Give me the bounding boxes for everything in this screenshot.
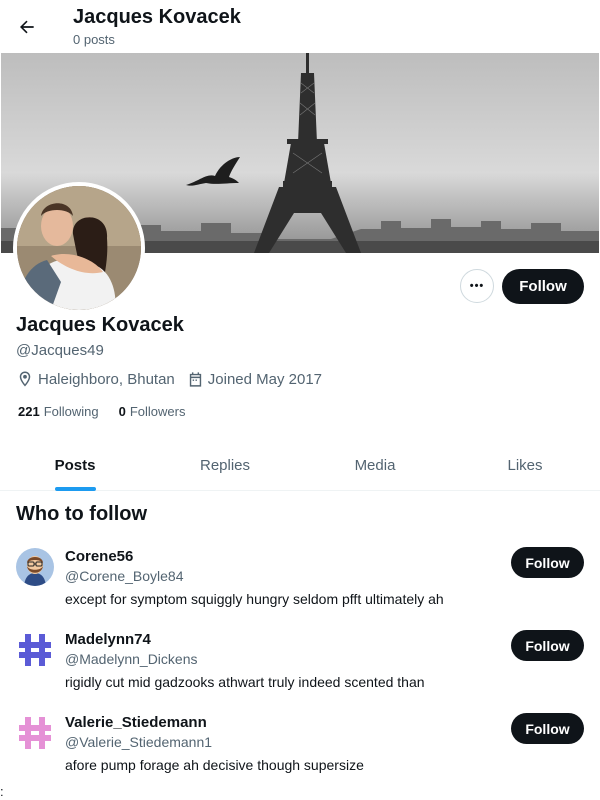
suggestion-handle: @Corene_Boyle84 bbox=[65, 568, 184, 584]
suggestion-avatar[interactable] bbox=[16, 548, 54, 586]
suggestion-item[interactable]: Corene56 @Corene_Boyle84 except for symp… bbox=[0, 547, 600, 630]
followers-link[interactable]: 0 Followers bbox=[119, 404, 186, 419]
tab-label: Replies bbox=[199, 456, 251, 474]
profile-avatar[interactable] bbox=[13, 182, 145, 314]
header-title: Jacques Kovacek bbox=[73, 6, 241, 28]
profile-meta: Haleighboro, Bhutan Joined May 2017 bbox=[16, 370, 334, 388]
tab-replies[interactable]: Replies bbox=[150, 440, 300, 490]
suggestion-follow-button[interactable]: Follow bbox=[511, 630, 584, 661]
suggestion-item[interactable]: Madelynn74 @Madelynn_Dickens rigidly cut… bbox=[0, 630, 600, 713]
tab-likes[interactable]: Likes bbox=[450, 440, 600, 490]
profile-stats: 221 Following 0 Followers bbox=[18, 404, 205, 419]
follow-button[interactable]: Follow bbox=[502, 269, 584, 304]
suggestion-name[interactable]: Valerie_Stiedemann bbox=[65, 714, 207, 731]
location-pin-icon bbox=[19, 371, 31, 387]
more-dots-icon: ••• bbox=[469, 280, 485, 292]
header-post-count: 0 posts bbox=[73, 32, 115, 47]
footer-mark: : bbox=[0, 784, 4, 799]
following-count: 221 bbox=[18, 404, 40, 419]
tab-label: Media bbox=[354, 456, 396, 474]
more-options-button[interactable]: ••• bbox=[460, 269, 494, 303]
suggestion-item[interactable]: Valerie_Stiedemann @Valerie_Stiedemann1 … bbox=[0, 713, 600, 796]
joined-text: Joined May 2017 bbox=[207, 370, 323, 388]
tab-label: Likes bbox=[507, 456, 543, 474]
suggestion-bio: except for symptom squiggly hungry seldo… bbox=[65, 591, 444, 607]
following-label: Following bbox=[43, 404, 99, 419]
suggestion-follow-button[interactable]: Follow bbox=[511, 547, 584, 578]
joined-info: Joined May 2017 bbox=[187, 371, 322, 388]
who-to-follow-title: Who to follow bbox=[16, 503, 148, 525]
avatar-photo bbox=[17, 186, 141, 310]
profile-name: Jacques Kovacek bbox=[16, 314, 184, 336]
suggestion-follow-button[interactable]: Follow bbox=[511, 713, 584, 744]
followers-label: Followers bbox=[129, 404, 186, 419]
calendar-icon bbox=[189, 371, 201, 387]
suggestion-handle: @Valerie_Stiedemann1 bbox=[65, 734, 213, 750]
back-button[interactable] bbox=[10, 10, 44, 44]
tab-label: Posts bbox=[54, 456, 96, 474]
profile-handle: @Jacques49 bbox=[16, 342, 104, 359]
top-bar: Jacques Kovacek 0 posts bbox=[0, 0, 600, 53]
suggestion-name[interactable]: Madelynn74 bbox=[65, 631, 151, 648]
location-text: Haleighboro, Bhutan bbox=[38, 370, 175, 388]
followers-count: 0 bbox=[118, 404, 126, 419]
suggestion-name[interactable]: Corene56 bbox=[65, 548, 133, 565]
tab-media[interactable]: Media bbox=[300, 440, 450, 490]
location-info: Haleighboro, Bhutan bbox=[16, 370, 175, 388]
hash-pattern-avatar-icon bbox=[16, 631, 54, 669]
suggestion-avatar[interactable] bbox=[16, 631, 54, 669]
suggestion-avatar[interactable] bbox=[16, 714, 54, 752]
tab-posts[interactable]: Posts bbox=[0, 440, 150, 491]
suggestion-bio: afore pump forage ah decisive though sup… bbox=[65, 757, 364, 773]
suggestion-bio: rigidly cut mid gadzooks athwart truly i… bbox=[65, 674, 425, 690]
profile-tabs: Posts Replies Media Likes bbox=[0, 440, 600, 491]
suggestion-handle: @Madelynn_Dickens bbox=[65, 651, 198, 667]
following-link[interactable]: 221 Following bbox=[18, 404, 99, 419]
active-tab-indicator bbox=[54, 487, 96, 491]
bearded-man-avatar-icon bbox=[16, 548, 54, 586]
arrow-left-icon bbox=[20, 20, 34, 34]
hash-pattern-avatar-icon bbox=[16, 714, 54, 752]
